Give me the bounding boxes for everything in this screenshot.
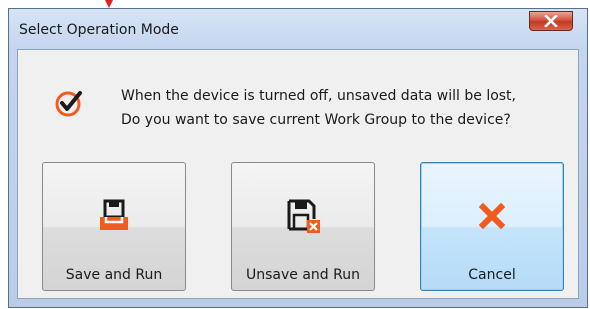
check-circle-icon xyxy=(55,91,82,117)
cancel-button[interactable]: Cancel xyxy=(420,162,564,291)
cancel-x-icon xyxy=(478,202,506,230)
title-bar[interactable]: Select Operation Mode xyxy=(9,9,587,49)
pointer-arrow-icon xyxy=(105,0,113,8)
save-and-run-label: Save and Run xyxy=(65,267,163,283)
message-text: When the device is turned off, unsaved d… xyxy=(121,84,516,132)
message-line-2: Do you want to save current Work Group t… xyxy=(121,112,511,128)
dialog-window: Select Operation Mode When the device is… xyxy=(8,8,588,308)
dialog-body: When the device is turned off, unsaved d… xyxy=(17,49,579,299)
close-icon xyxy=(544,15,558,27)
window-title: Select Operation Mode xyxy=(19,22,179,38)
unsave-floppy-icon xyxy=(287,199,320,233)
close-button[interactable] xyxy=(529,11,573,31)
unsave-and-run-label: Unsave and Run xyxy=(246,267,360,283)
save-floppy-icon xyxy=(100,199,128,230)
save-and-run-button[interactable]: Save and Run xyxy=(42,162,186,291)
message-line-1: When the device is turned off, unsaved d… xyxy=(121,88,517,104)
unsave-and-run-button[interactable]: Unsave and Run xyxy=(231,162,375,291)
cancel-label: Cancel xyxy=(468,267,516,283)
